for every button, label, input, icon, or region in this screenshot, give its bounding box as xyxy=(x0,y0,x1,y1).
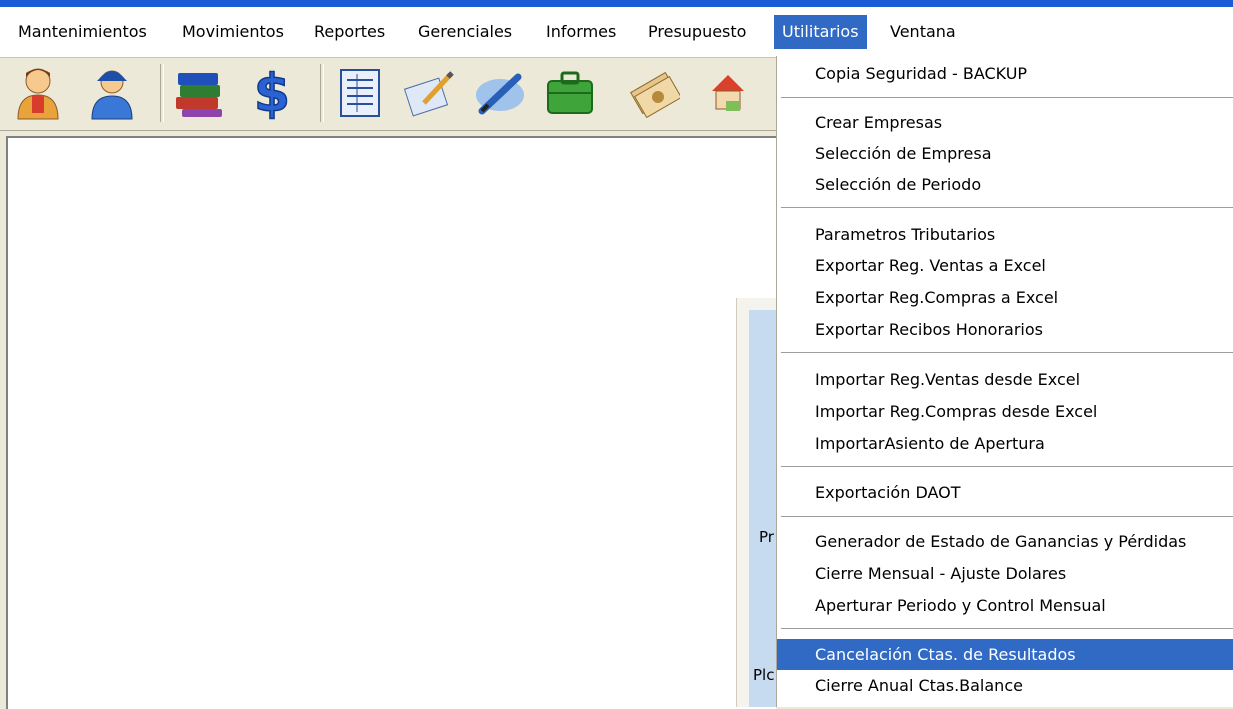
panel-label: Pr xyxy=(759,528,774,546)
menu-item-seleccion-periodo[interactable]: Selección de Periodo xyxy=(777,169,1233,200)
menu-gerenciales[interactable]: Gerenciales xyxy=(410,15,520,49)
utilitarios-dropdown-menu: Copia Seguridad - BACKUP Crear Empresas … xyxy=(776,56,1233,707)
user-red-icon[interactable] xyxy=(8,63,68,123)
toolbar-separator xyxy=(160,64,164,122)
svg-text:$: $ xyxy=(254,65,290,121)
menu-item-exportar-compras[interactable]: Exportar Reg.Compras a Excel xyxy=(777,282,1233,313)
menu-item-importar-ventas[interactable]: Importar Reg.Ventas desde Excel xyxy=(777,364,1233,395)
menu-informes[interactable]: Informes xyxy=(538,15,624,49)
menu-item-crear-empresas[interactable]: Crear Empresas xyxy=(777,107,1233,138)
toolbar-separator xyxy=(320,64,324,122)
mdi-workspace xyxy=(6,136,776,709)
menu-mantenimientos[interactable]: Mantenimientos xyxy=(10,15,155,49)
menu-separator xyxy=(781,207,1233,209)
menu-item-exportar-recibos[interactable]: Exportar Recibos Honorarios xyxy=(777,314,1233,345)
menu-item-importar-asiento[interactable]: ImportarAsiento de Apertura xyxy=(777,428,1233,459)
user-blue-icon[interactable] xyxy=(82,63,142,123)
menu-presupuesto[interactable]: Presupuesto xyxy=(640,15,754,49)
menu-item-parametros-tributarios[interactable]: Parametros Tributarios xyxy=(777,219,1233,250)
background-panel: Pr Plc xyxy=(736,298,777,707)
menu-separator xyxy=(781,516,1233,518)
menu-item-exportar-ventas[interactable]: Exportar Reg. Ventas a Excel xyxy=(777,250,1233,281)
menu-separator xyxy=(781,628,1233,630)
menu-movimientos[interactable]: Movimientos xyxy=(174,15,292,49)
menu-utilitarios[interactable]: Utilitarios xyxy=(774,15,867,49)
menu-item-aperturar-periodo[interactable]: Aperturar Periodo y Control Mensual xyxy=(777,590,1233,621)
briefcase-icon[interactable] xyxy=(540,63,600,123)
menu-separator xyxy=(781,352,1233,354)
menu-item-cancelacion-ctas[interactable]: Cancelación Ctas. de Resultados xyxy=(777,639,1233,670)
panel-label: Plc xyxy=(753,666,775,684)
menu-item-generador-estado[interactable]: Generador de Estado de Ganancias y Pérdi… xyxy=(777,526,1233,557)
menu-bar: Mantenimientos Movimientos Reportes Gere… xyxy=(0,7,1233,58)
title-bar-strip xyxy=(0,0,1233,7)
dollar-icon[interactable]: $ xyxy=(242,63,302,123)
house-money-icon[interactable] xyxy=(698,63,758,123)
edit-document-icon[interactable] xyxy=(400,63,460,123)
menu-item-importar-compras[interactable]: Importar Reg.Compras desde Excel xyxy=(777,396,1233,427)
pen-icon[interactable] xyxy=(470,63,530,123)
ledger-icon[interactable] xyxy=(330,63,390,123)
menu-item-seleccion-empresa[interactable]: Selección de Empresa xyxy=(777,138,1233,169)
menu-item-cierre-anual[interactable]: Cierre Anual Ctas.Balance xyxy=(777,670,1233,701)
menu-separator xyxy=(781,466,1233,468)
money-icon[interactable] xyxy=(624,63,684,123)
background-panel-blue xyxy=(749,310,777,707)
books-icon[interactable] xyxy=(170,63,230,123)
menu-item-copia-seguridad[interactable]: Copia Seguridad - BACKUP xyxy=(777,58,1233,89)
menu-item-cierre-mensual[interactable]: Cierre Mensual - Ajuste Dolares xyxy=(777,558,1233,589)
menu-ventana[interactable]: Ventana xyxy=(882,15,964,49)
menu-reportes[interactable]: Reportes xyxy=(306,15,393,49)
menu-separator xyxy=(781,97,1233,99)
menu-item-exportacion-daot[interactable]: Exportación DAOT xyxy=(777,477,1233,508)
